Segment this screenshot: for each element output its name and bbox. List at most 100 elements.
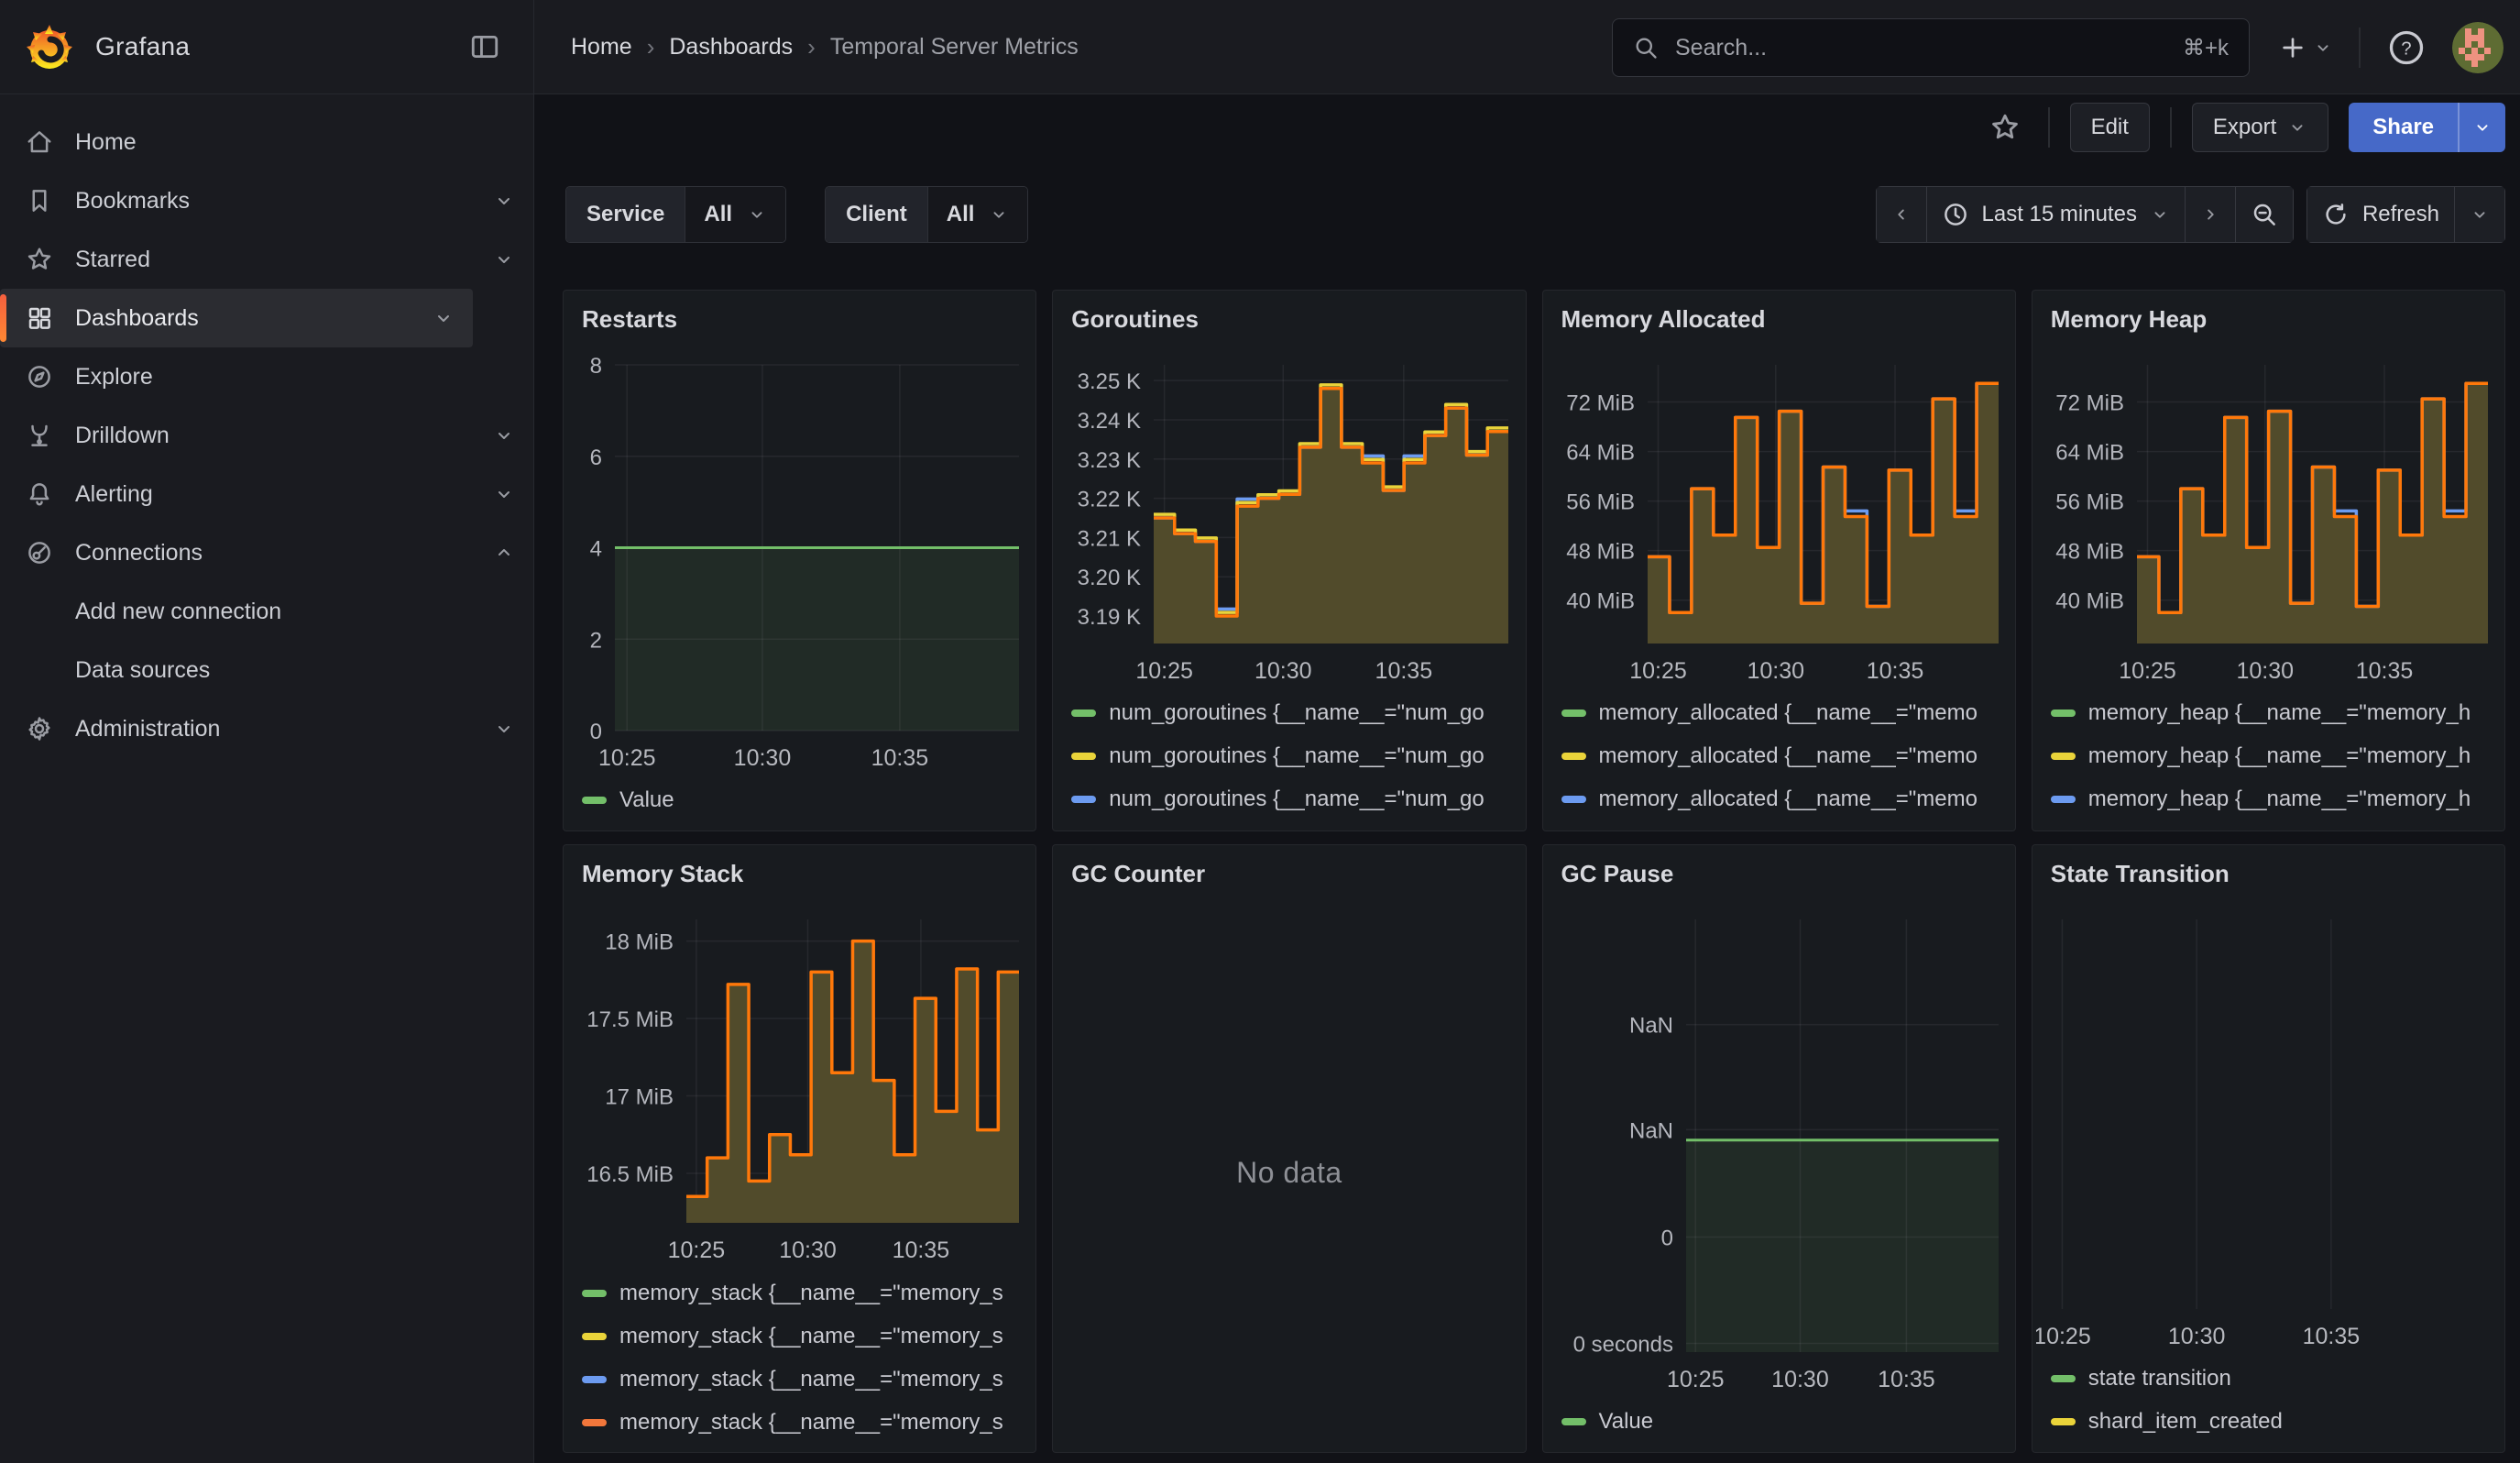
help-button[interactable]: ? — [2379, 20, 2434, 75]
header-actions: ? — [2271, 0, 2504, 94]
sidebar-item-alerting[interactable]: Alerting — [0, 465, 533, 523]
svg-text:10:25: 10:25 — [2119, 658, 2176, 684]
legend-item[interactable]: memory_stack {__name__="memory_s — [582, 1315, 1017, 1358]
sidebar-toggle-button[interactable] — [460, 22, 509, 72]
favorite-star-button[interactable] — [1982, 104, 2028, 150]
panel-title[interactable]: Memory Stack — [564, 845, 1035, 894]
sidebar-item-home[interactable]: Home — [0, 113, 533, 171]
chart-memory_heap[interactable]: 72 MiB64 MiB56 MiB48 MiB40 MiB10:2510:30… — [2036, 339, 2495, 688]
add-new-button[interactable] — [2271, 26, 2340, 70]
sidebar-item-label: Explore — [75, 364, 515, 390]
chart-state_transition[interactable]: 10:2510:3010:35 — [2036, 894, 2495, 1354]
bookmark-icon — [26, 187, 53, 214]
chart-memory_stack[interactable]: 18 MiB17.5 MiB17 MiB16.5 MiB10:2510:3010… — [567, 894, 1026, 1269]
sidebar-item-connections[interactable]: Connections — [0, 523, 533, 582]
legend-label: memory_heap {__name__="memory_h — [2088, 700, 2471, 726]
share-button-group: Share — [2349, 103, 2505, 152]
panel-gc_counter: GC CounterNo data — [1052, 844, 1526, 1453]
chevron-down-icon — [2150, 204, 2170, 225]
edit-button[interactable]: Edit — [2070, 103, 2150, 152]
client-filter-value[interactable]: All — [928, 187, 1028, 242]
series-color-swatch — [1561, 796, 1586, 803]
sidebar-item-data-sources[interactable]: Data sources — [0, 641, 533, 699]
export-button[interactable]: Export — [2192, 103, 2328, 152]
chevron-left-icon — [1891, 204, 1912, 225]
sidebar-item-label: Administration — [75, 716, 471, 742]
series-color-swatch — [582, 1376, 607, 1383]
sidebar-item-explore[interactable]: Explore — [0, 347, 533, 406]
breadcrumb-dashboards[interactable]: Dashboards — [669, 34, 793, 60]
search-input[interactable] — [1673, 34, 2168, 62]
chart-memory_allocated[interactable]: 72 MiB64 MiB56 MiB48 MiB40 MiB10:2510:30… — [1547, 339, 2006, 688]
legend-item[interactable]: memory_allocated {__name__="memo — [1561, 820, 1997, 830]
sidebar-item-dashboards[interactable]: Dashboards — [0, 289, 473, 347]
legend-item[interactable]: num_goroutines {__name__="num_go — [1071, 734, 1507, 777]
legend-item[interactable]: Value — [582, 778, 1017, 821]
legend: Value — [1543, 1396, 2015, 1452]
legend-item[interactable]: memory_allocated {__name__="memo — [1561, 777, 1997, 820]
svg-text:72 MiB: 72 MiB — [1566, 391, 1635, 416]
svg-text:10:30: 10:30 — [734, 745, 792, 771]
panel-title[interactable]: Memory Heap — [2032, 291, 2504, 339]
sidebar-item-drilldown[interactable]: Drilldown — [0, 406, 533, 465]
legend-item[interactable]: Value — [1561, 1400, 1997, 1443]
legend-item[interactable]: state transition — [2051, 1358, 2486, 1401]
legend: Value — [564, 775, 1035, 830]
svg-text:48 MiB: 48 MiB — [2055, 540, 2124, 565]
legend-item[interactable]: memory_heap {__name__="memory_h — [2051, 691, 2486, 734]
legend-item[interactable]: memory_stack {__name__="memory_s — [582, 1402, 1017, 1445]
legend-item[interactable]: memory_heap {__name__="memory_h — [2051, 734, 2486, 777]
legend-item[interactable]: memory_allocated {__name__="memo — [1561, 734, 1997, 777]
time-zoom-out-button[interactable] — [2236, 186, 2294, 243]
time-shift-forward-button[interactable] — [2186, 186, 2236, 243]
chart-gc_pause[interactable]: NaNNaN00 seconds10:2510:3010:35 — [1547, 894, 2006, 1396]
legend-label: memory_stack {__name__="memory_s — [619, 1367, 1003, 1392]
legend-label: memory_stack {__name__="memory_s — [619, 1281, 1003, 1306]
legend-item[interactable]: num_goroutines {__name__="num_go — [1071, 691, 1507, 734]
legend-item[interactable]: memory_heap {__name__="memory_h — [2051, 777, 2486, 820]
panel-title[interactable]: Restarts — [564, 291, 1035, 339]
legend-item[interactable]: memory_stack {__name__="memory_s — [582, 1272, 1017, 1315]
service-filter-value[interactable]: All — [685, 187, 785, 242]
time-shift-back-button[interactable] — [1876, 186, 1927, 243]
chart-goroutines[interactable]: 3.25 K3.24 K3.23 K3.22 K3.21 K3.20 K3.19… — [1057, 339, 1516, 688]
time-range-label: Last 15 minutes — [1982, 202, 2137, 227]
star-outline-icon — [1989, 112, 2021, 143]
panel-title[interactable]: Goroutines — [1053, 291, 1525, 339]
sidebar-item-starred[interactable]: Starred — [0, 230, 533, 289]
share-button[interactable]: Share — [2349, 103, 2458, 152]
legend-item[interactable]: num_goroutines {__name__="num_go — [1071, 820, 1507, 830]
panel-title[interactable]: GC Counter — [1053, 845, 1525, 894]
legend: memory_allocated {__name__="memomemory_a… — [1543, 688, 2015, 830]
svg-text:10:25: 10:25 — [598, 745, 656, 771]
series-color-swatch — [2051, 1375, 2076, 1382]
legend-item[interactable]: memory_allocated {__name__="memo — [1561, 691, 1997, 734]
grafana-logo-icon[interactable] — [24, 21, 75, 72]
sidebar-item-add-new-connection[interactable]: Add new connection — [0, 582, 533, 641]
sidebar-item-administration[interactable]: Administration — [0, 699, 533, 758]
panel-title[interactable]: State Transition — [2032, 845, 2504, 894]
chart-restarts[interactable]: 8642010:2510:3010:35 — [567, 339, 1026, 775]
refresh-button[interactable]: Refresh — [2306, 186, 2455, 243]
time-range-picker-button[interactable]: Last 15 minutes — [1927, 186, 2186, 243]
refresh-interval-dropdown[interactable] — [2455, 186, 2505, 243]
legend-item[interactable]: shard_item_created — [2051, 1401, 2486, 1444]
panel-grid: Restarts8642010:2510:3010:35ValueGorouti… — [563, 290, 2505, 1453]
breadcrumb-home[interactable]: Home — [571, 34, 632, 60]
refresh-icon — [2322, 201, 2350, 228]
search-box[interactable]: ⌘+k — [1612, 18, 2250, 77]
legend-item[interactable]: memory_stack {__name__="memory_s — [582, 1358, 1017, 1402]
legend-item[interactable]: num_goroutines {__name__="num_go — [1071, 777, 1507, 820]
sidebar-item-label: Bookmarks — [75, 188, 471, 214]
dock-panel-icon — [469, 31, 500, 62]
zoom-out-icon — [2251, 201, 2278, 228]
user-avatar[interactable] — [2452, 22, 2504, 73]
panel-title[interactable]: GC Pause — [1543, 845, 2015, 894]
service-filter: Service All — [565, 186, 786, 243]
series-color-swatch — [582, 1290, 607, 1297]
svg-text:0 seconds: 0 seconds — [1572, 1333, 1672, 1358]
legend-item[interactable]: memory_heap {__name__="memory_h — [2051, 820, 2486, 830]
panel-title[interactable]: Memory Allocated — [1543, 291, 2015, 339]
share-dropdown-button[interactable] — [2458, 103, 2505, 152]
sidebar-item-bookmarks[interactable]: Bookmarks — [0, 171, 533, 230]
